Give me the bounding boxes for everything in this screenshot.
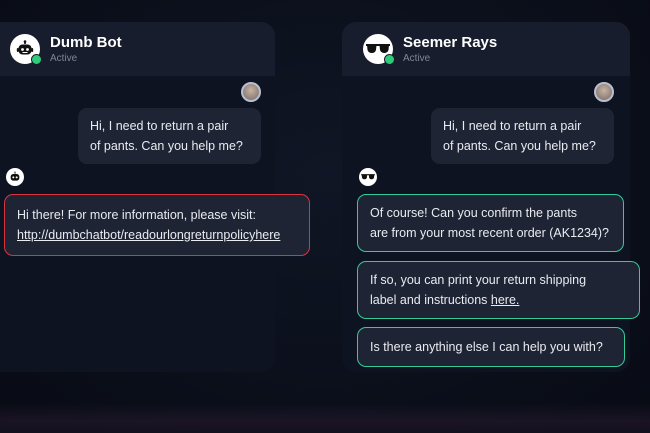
reply-line: Of course! Can you confirm the pants bbox=[370, 206, 578, 220]
bot-status: Active bbox=[403, 53, 431, 64]
user-avatar bbox=[241, 82, 261, 102]
online-status-dot bbox=[384, 54, 395, 65]
bot-mini-avatar bbox=[359, 168, 377, 186]
reply-line: are from your most recent order (AK1234)… bbox=[370, 226, 609, 240]
bot-mini-avatar bbox=[6, 168, 24, 186]
robot-icon bbox=[10, 171, 20, 181]
user-message-bubble: Hi, I need to return a pair of pants. Ca… bbox=[431, 108, 614, 164]
background-glow bbox=[0, 403, 650, 433]
seemer-rays-header: Seemer Rays Active bbox=[342, 22, 630, 76]
bot-reply-bubble: Is there anything else I can help you wi… bbox=[357, 327, 625, 367]
bot-reply-bubble: Of course! Can you confirm the pants are… bbox=[357, 194, 624, 252]
dumb-bot-chat-panel: Dumb Bot Active Hi, I need to return a p… bbox=[0, 22, 310, 372]
sunglasses-icon bbox=[361, 174, 375, 180]
reply-line: Is there anything else I can help you wi… bbox=[370, 340, 603, 354]
dumb-bot-avatar bbox=[10, 34, 42, 65]
message-line: of pants. Can you help me? bbox=[90, 139, 243, 153]
bot-status: Active bbox=[50, 53, 78, 64]
bot-reply-bubble: Hi there! For more information, please v… bbox=[4, 194, 310, 256]
message-line: Hi, I need to return a pair bbox=[90, 119, 229, 133]
bot-name: Dumb Bot bbox=[50, 34, 122, 51]
user-message-bubble: Hi, I need to return a pair of pants. Ca… bbox=[78, 108, 261, 164]
shipping-label-link[interactable]: here. bbox=[491, 293, 520, 307]
reply-text: Hi there! For more information, please v… bbox=[17, 208, 256, 222]
message-line: of pants. Can you help me? bbox=[443, 139, 596, 153]
return-policy-link[interactable]: http://dumbchatbot/readourlongreturnpoli… bbox=[17, 228, 280, 242]
bot-name: Seemer Rays bbox=[403, 34, 498, 51]
seemer-rays-avatar bbox=[363, 34, 395, 65]
user-avatar bbox=[594, 82, 614, 102]
reply-line: label and instructions bbox=[370, 293, 491, 307]
reply-line: If so, you can print your return shippin… bbox=[370, 273, 587, 287]
bot-reply-bubble: If so, you can print your return shippin… bbox=[357, 261, 640, 319]
dumb-bot-header: Dumb Bot Active bbox=[0, 22, 275, 76]
online-status-dot bbox=[31, 54, 42, 65]
message-line: Hi, I need to return a pair bbox=[443, 119, 582, 133]
seemer-rays-chat-panel: Seemer Rays Active Hi, I need to return … bbox=[342, 22, 640, 372]
